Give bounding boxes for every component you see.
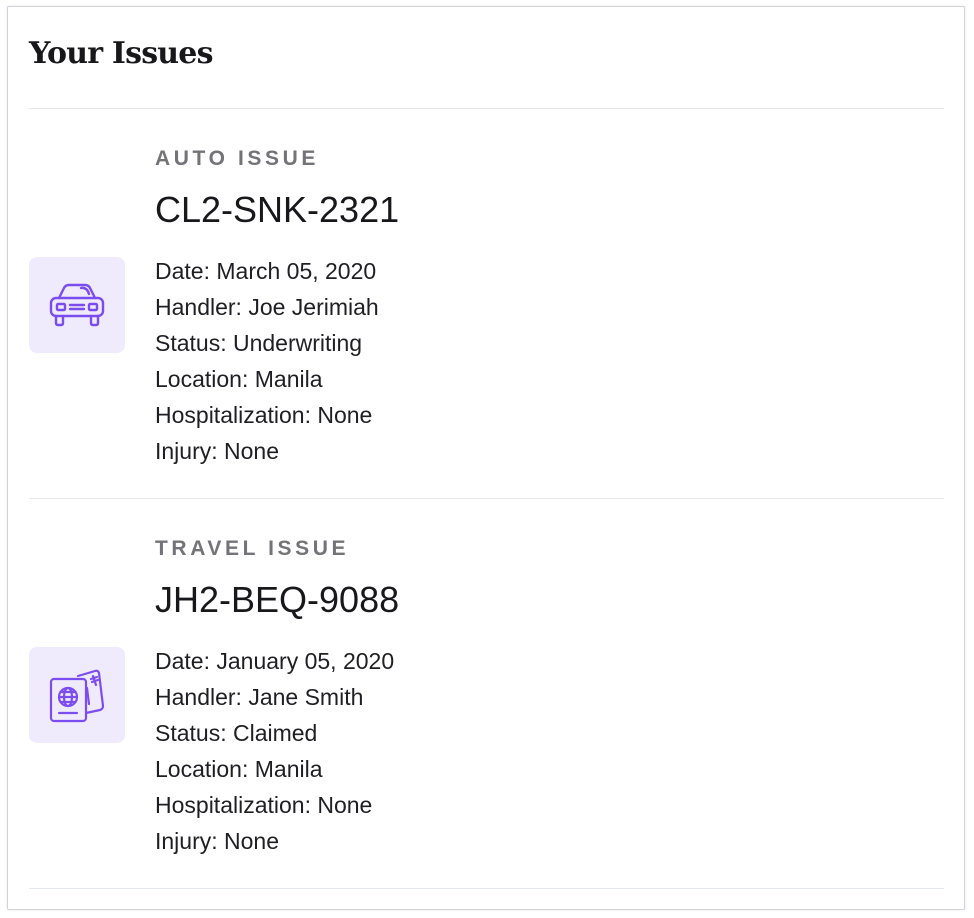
passport-ticket-icon [49,669,105,723]
issue-location: Location: Manila [155,756,323,782]
issue-handler: Handler: Jane Smith [155,684,364,710]
issue-card-auto[interactable]: AUTO ISSUE CL2-SNK-2321 Date: March 05, … [29,109,944,499]
issue-location: Location: Manila [155,366,323,392]
car-icon [49,283,105,327]
issue-hospitalization: Hospitalization: None [155,402,373,428]
issue-details-list: Date: January 05, 2020 Handler: Jane Smi… [155,643,394,859]
issue-injury: Injury: None [155,438,280,464]
issue-icon-tile [29,647,125,743]
issue-type-label: TRAVEL ISSUE [155,537,350,560]
issue-card-travel[interactable]: TRAVEL ISSUE JH2-BEQ-9088 Date: January … [29,499,944,889]
divider [29,888,944,889]
issue-injury: Injury: None [155,828,280,854]
issues-panel: Your Issues AUTO ISSUE CL2-SNK-2321 Date… [7,6,965,910]
issue-date: Date: March 05, 2020 [155,258,377,284]
issue-status: Status: Underwriting [155,330,363,356]
issue-icon-tile [29,257,125,353]
issue-date: Date: January 05, 2020 [155,648,395,674]
issue-type-label: AUTO ISSUE [155,147,319,170]
issue-hospitalization: Hospitalization: None [155,792,373,818]
issue-status: Status: Claimed [155,720,318,746]
issue-id: CL2-SNK-2321 [155,189,400,230]
issue-handler: Handler: Joe Jerimiah [155,294,379,320]
issue-details-list: Date: March 05, 2020 Handler: Joe Jerimi… [155,253,379,469]
page-title: Your Issues [29,36,213,71]
issue-id: JH2-BEQ-9088 [155,579,400,620]
